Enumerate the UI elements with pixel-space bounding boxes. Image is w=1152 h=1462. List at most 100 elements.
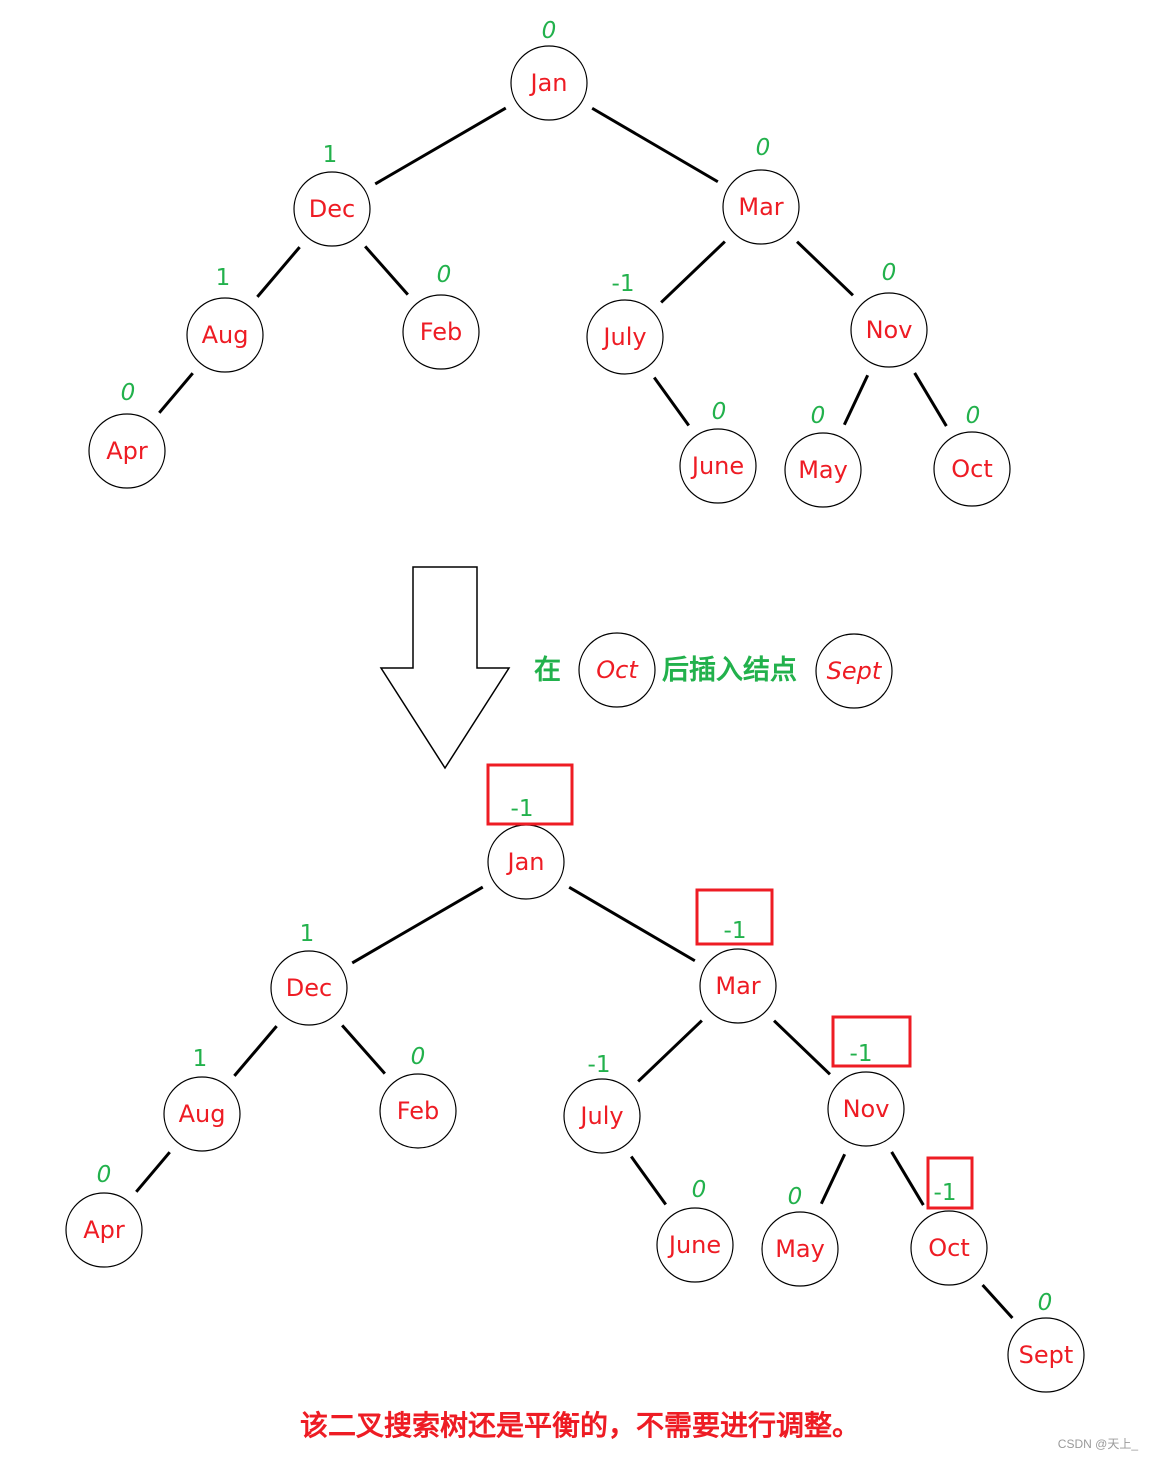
tree-node-mar: Mar 0 [722, 135, 800, 245]
avl-insertion-diagram: Jan0Dec1Mar0Aug1Feb0July-1Nov0Apr0June0M… [65, 18, 1085, 1442]
step-middle-text: 后插入结点 [662, 655, 797, 686]
tree-node-aug: Aug 1 [163, 1046, 241, 1152]
tree-node-apr: Apr 0 [88, 380, 166, 489]
tree-node-may: May 0 [761, 1184, 839, 1287]
tree-node-sept: Sept 0 [1007, 1290, 1085, 1393]
tree-node-june: June 0 [656, 1177, 734, 1283]
edge-nov-oct [890, 1151, 925, 1206]
insertion-step-caption: 在 Oct 后插入结点 Sept [534, 632, 893, 709]
tree-node-feb: Feb 0 [402, 262, 480, 370]
edge-jan-mar [568, 885, 696, 963]
tree-node-aug: Aug 1 [186, 265, 264, 373]
node-label: June [690, 452, 744, 480]
tree-node-mar: Mar -1 [695, 888, 777, 1024]
node-label: Apr [83, 1216, 125, 1244]
edge-oct-sept [981, 1284, 1014, 1319]
node-label: Jan [506, 848, 545, 876]
edge-dec-aug [233, 1025, 278, 1077]
edge-aug-apr [135, 1151, 171, 1193]
balance-factor-label: 0 [542, 18, 557, 44]
node-label: Sept [1019, 1341, 1074, 1369]
tree-node-apr: Apr 0 [65, 1162, 143, 1268]
node-label: Oct [596, 656, 639, 684]
balance-factor-label: 0 [882, 260, 897, 286]
balance-factor-label: 1 [300, 921, 315, 947]
node-label: Feb [397, 1097, 440, 1125]
node-label: Aug [179, 1100, 226, 1128]
tree-node-nov: Nov 0 [850, 260, 928, 368]
tree-node-oct: Oct 0 [933, 403, 1011, 507]
tree-node-may: May 0 [784, 403, 862, 508]
node-label: Dec [286, 974, 332, 1002]
edge-dec-feb [341, 1024, 386, 1075]
node-label: Feb [420, 318, 463, 346]
edge-nov-may [819, 1153, 847, 1205]
tree-node-july: July -1 [586, 271, 664, 375]
edge-july-june [653, 376, 690, 427]
edge-dec-aug [256, 246, 301, 298]
edge-mar-july [637, 1019, 703, 1083]
node-label: July [601, 323, 646, 351]
balance-factor-label: 0 [966, 403, 981, 429]
node-label: Mar [738, 193, 783, 221]
balance-factor-label: 0 [437, 262, 452, 288]
step-node-oct: Oct [578, 632, 656, 708]
balance-factor-label: -1 [850, 1041, 873, 1067]
balance-factor-label: -1 [724, 918, 747, 944]
balance-factor-label: 0 [1038, 1290, 1053, 1316]
after-tree: Jan-1Dec1Mar-1Aug1Feb0July-1Nov-1Apr0Jun… [65, 763, 1085, 1393]
edge-jan-dec [374, 106, 507, 186]
edge-nov-oct [913, 372, 948, 427]
node-label: Aug [202, 321, 249, 349]
balance-factor-label: 0 [692, 1177, 707, 1203]
balance-factor-label: 0 [411, 1044, 426, 1070]
balance-factor-label: 0 [788, 1184, 803, 1210]
node-label: Sept [827, 657, 883, 685]
edge-mar-nov [773, 1019, 831, 1076]
tree-node-jan: Jan 0 [510, 18, 588, 121]
tree-node-dec: Dec 1 [293, 142, 371, 247]
before-tree: Jan0Dec1Mar0Aug1Feb0July-1Nov0Apr0June0M… [88, 18, 1011, 508]
node-label: Nov [843, 1095, 890, 1123]
tree-node-dec: Dec 1 [270, 921, 348, 1026]
balance-factor-label: 0 [811, 403, 826, 429]
edge-nov-may [842, 374, 870, 426]
tree-node-feb: Feb 0 [379, 1044, 457, 1149]
step-prefix: 在 [534, 655, 561, 686]
balance-factor-label: 1 [193, 1046, 208, 1072]
balance-factor-label: 0 [121, 380, 136, 406]
edge-aug-apr [158, 372, 194, 414]
node-label: Nov [866, 316, 913, 344]
balance-factor-label: -1 [588, 1052, 611, 1078]
tree-node-july: July -1 [563, 1052, 641, 1154]
node-label: Oct [928, 1234, 970, 1262]
edge-jan-mar [591, 106, 719, 184]
balance-factor-label: -1 [612, 271, 635, 297]
conclusion-text: 该二叉搜索树还是平衡的，不需要进行调整。 [300, 1409, 860, 1442]
edge-mar-july [660, 240, 726, 304]
node-label: May [775, 1235, 825, 1263]
tree-node-oct: Oct -1 [910, 1156, 988, 1286]
node-label: Mar [715, 972, 760, 1000]
balance-factor-label: 0 [712, 399, 727, 425]
node-label: June [667, 1231, 721, 1259]
node-label: Oct [951, 455, 993, 483]
node-label: Dec [309, 195, 355, 223]
down-arrow-icon [379, 566, 511, 770]
node-label: Jan [529, 69, 568, 97]
balance-factor-label: 1 [323, 142, 338, 168]
node-label: Apr [106, 437, 148, 465]
tree-node-jan: Jan -1 [486, 763, 574, 900]
edge-july-june [630, 1155, 667, 1206]
node-label: July [578, 1102, 623, 1130]
balance-factor-label: 0 [97, 1162, 112, 1188]
watermark: CSDN @天上_ [1057, 1437, 1138, 1451]
tree-node-nov: Nov -1 [827, 1015, 912, 1147]
tree-node-june: June 0 [679, 399, 757, 504]
before-tree-edges [158, 106, 948, 427]
edge-mar-nov [796, 240, 854, 297]
node-label: May [798, 456, 848, 484]
balance-factor-label: 1 [216, 265, 231, 291]
edge-jan-dec [351, 885, 484, 965]
balance-factor-label: -1 [511, 796, 534, 822]
